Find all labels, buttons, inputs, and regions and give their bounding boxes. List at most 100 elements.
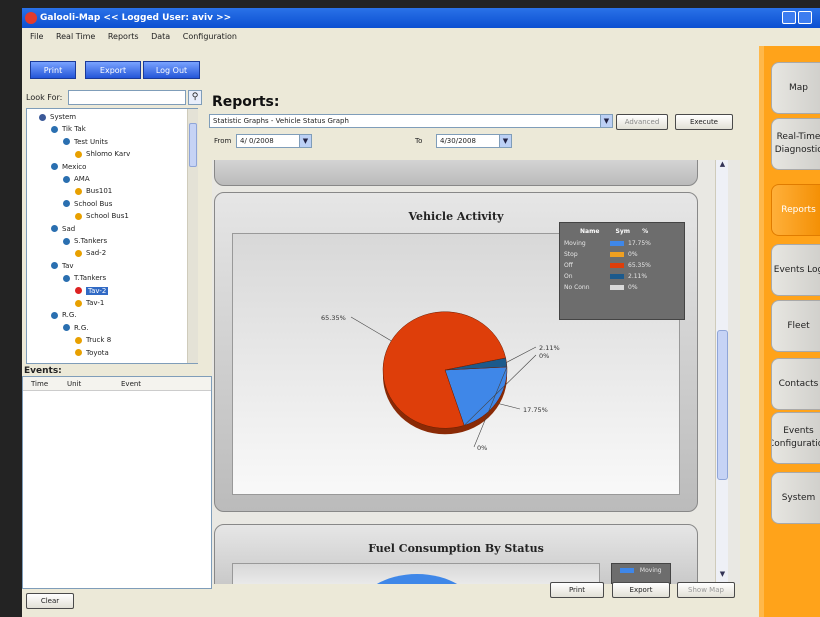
tree-node[interactable]: S.Tankers bbox=[63, 236, 107, 246]
from-label: From bbox=[214, 137, 232, 145]
tree-node[interactable]: Shlomo Karv bbox=[75, 149, 130, 159]
tree-node-label: AMA bbox=[74, 175, 90, 183]
clear-button[interactable]: Clear bbox=[26, 593, 74, 609]
tree-node[interactable]: Mexico bbox=[51, 162, 86, 172]
tree-node[interactable]: Toyota bbox=[75, 348, 109, 358]
viewer-scrollbar[interactable]: ▲ ▼ bbox=[715, 160, 728, 584]
tree-node-label: Tav-2 bbox=[86, 286, 109, 295]
tab-events-configuration[interactable]: Events Configuration bbox=[771, 412, 820, 464]
to-date-picker[interactable]: 4/30/2008 ▼ bbox=[436, 134, 512, 148]
report-select[interactable]: Statistic Graphs - Vehicle Status Graph … bbox=[209, 114, 613, 128]
report-print-button[interactable]: Print bbox=[550, 582, 604, 598]
column-time[interactable]: Time bbox=[31, 377, 48, 391]
chevron-down-icon[interactable]: ▼ bbox=[600, 115, 612, 127]
menu-reports[interactable]: Reports bbox=[108, 32, 139, 41]
column-event[interactable]: Event bbox=[121, 377, 141, 391]
execute-button[interactable]: Execute bbox=[675, 114, 733, 130]
fuel-consumption-title: Fuel Consumption By Status bbox=[368, 542, 544, 555]
tree-node[interactable]: AMA bbox=[63, 174, 90, 184]
group-icon bbox=[51, 163, 58, 171]
menu-bar: File Real Time Reports Data Configuratio… bbox=[22, 28, 820, 46]
tree-node[interactable]: Sad bbox=[51, 224, 75, 234]
legend-swatch bbox=[610, 285, 624, 290]
show-map-button[interactable]: Show Map bbox=[677, 582, 735, 598]
maximize-button[interactable] bbox=[798, 11, 812, 24]
menu-data[interactable]: Data bbox=[151, 32, 170, 41]
print-button[interactable]: Print bbox=[30, 61, 76, 79]
tree-node[interactable]: T.Tankers bbox=[63, 273, 106, 283]
tab-label: Fleet bbox=[787, 320, 810, 331]
tree-scrollbar[interactable] bbox=[187, 109, 198, 363]
tab-label: System bbox=[781, 492, 816, 503]
tab-contacts[interactable]: Contacts bbox=[771, 358, 820, 410]
menu-real-time[interactable]: Real Time bbox=[56, 32, 95, 41]
tree-node[interactable]: Tav-1 bbox=[75, 298, 104, 308]
tab-label: Contacts bbox=[778, 378, 819, 389]
tree-node[interactable]: R.G. bbox=[63, 323, 89, 333]
chevron-down-icon[interactable]: ▼ bbox=[299, 135, 311, 147]
tree-node[interactable]: School Bus1 bbox=[75, 211, 129, 221]
scroll-up-icon[interactable]: ▲ bbox=[717, 160, 728, 172]
group-icon bbox=[51, 311, 58, 319]
legend-header-pct: % bbox=[642, 228, 649, 235]
column-unit[interactable]: Unit bbox=[67, 377, 81, 391]
report-export-button[interactable]: Export bbox=[612, 582, 670, 598]
tab-fleet[interactable]: Fleet bbox=[771, 300, 820, 352]
advanced-button[interactable]: Advanced bbox=[616, 114, 668, 130]
tab-label: Events Log bbox=[773, 264, 820, 275]
group-icon bbox=[63, 138, 70, 146]
tab-real-time-diagnostic[interactable]: Real-Time Diagnostic bbox=[771, 118, 820, 170]
vehicle-icon bbox=[75, 299, 82, 307]
tree-node-label: School Bus1 bbox=[86, 212, 129, 221]
tree-node[interactable]: Sad-2 bbox=[75, 248, 106, 258]
tree-scroll-thumb[interactable] bbox=[189, 123, 197, 167]
viewer-scroll-thumb[interactable] bbox=[717, 330, 728, 480]
tab-events-log[interactable]: Events Log bbox=[771, 244, 820, 296]
tree-node[interactable]: R.G. bbox=[51, 310, 77, 320]
tree-node[interactable]: School Bus bbox=[63, 199, 112, 209]
tree-node[interactable]: Tik Tak bbox=[51, 124, 86, 134]
group-icon bbox=[63, 175, 70, 183]
legend-item-name: No Conn bbox=[564, 284, 590, 291]
tree-node[interactable]: Tav-2 bbox=[75, 286, 109, 296]
tab-label: Reports bbox=[781, 204, 816, 215]
logout-button[interactable]: Log Out bbox=[143, 61, 200, 79]
tree-node-label: Mexico bbox=[62, 162, 87, 171]
tab-map[interactable]: Map bbox=[771, 62, 820, 114]
tab-reports[interactable]: Reports bbox=[771, 184, 820, 236]
tree-node[interactable]: System bbox=[39, 112, 76, 122]
from-date-picker[interactable]: 4/ 0/2008 ▼ bbox=[236, 134, 312, 148]
tab-label: Map bbox=[789, 82, 808, 93]
report-viewer: Vehicle Activity 65.35% 2.11% 0% 17.75% 0% N… bbox=[212, 160, 740, 584]
events-title: Events: bbox=[24, 366, 62, 376]
legend-swatch bbox=[610, 274, 624, 279]
legend-item-pct: 17.75% bbox=[628, 240, 651, 247]
chevron-down-icon[interactable]: ▼ bbox=[499, 135, 511, 147]
legend-swatch bbox=[610, 263, 624, 268]
tree-node[interactable]: Tav bbox=[51, 261, 74, 271]
tree-node-label: Toyota bbox=[86, 348, 109, 357]
events-header: Time Unit Event bbox=[23, 377, 211, 391]
group-icon bbox=[63, 237, 70, 245]
legend-swatch bbox=[610, 252, 624, 257]
fuel-legend-row: Moving bbox=[620, 566, 662, 575]
export-button[interactable]: Export bbox=[85, 61, 141, 79]
tree-node[interactable]: Truck 8 bbox=[75, 335, 111, 345]
menu-file[interactable]: File bbox=[30, 32, 43, 41]
tree-node[interactable]: Bus101 bbox=[75, 186, 112, 196]
tab-system[interactable]: System bbox=[771, 472, 820, 524]
search-input[interactable] bbox=[68, 90, 186, 105]
app-logo-icon bbox=[25, 12, 37, 24]
minimize-button[interactable] bbox=[782, 11, 796, 24]
menu-configuration[interactable]: Configuration bbox=[183, 32, 237, 41]
legend-item: On 2.11% bbox=[564, 272, 647, 281]
tree-node[interactable]: Test Units bbox=[63, 137, 108, 147]
vehicle-activity-plot: 65.35% 2.11% 0% 17.75% 0% Name Sym % Moving 1… bbox=[232, 222, 685, 495]
legend-item: Off 65.35% bbox=[564, 261, 651, 270]
scroll-down-icon[interactable]: ▼ bbox=[717, 570, 728, 582]
legend-item: Stop 0% bbox=[564, 250, 638, 259]
legend-swatch bbox=[610, 241, 624, 246]
search-icon[interactable]: ⚲ bbox=[188, 90, 202, 105]
application-window: Galooli-Map << Logged User: aviv >> File… bbox=[22, 8, 820, 617]
pie-data-label: 0% bbox=[477, 444, 487, 452]
